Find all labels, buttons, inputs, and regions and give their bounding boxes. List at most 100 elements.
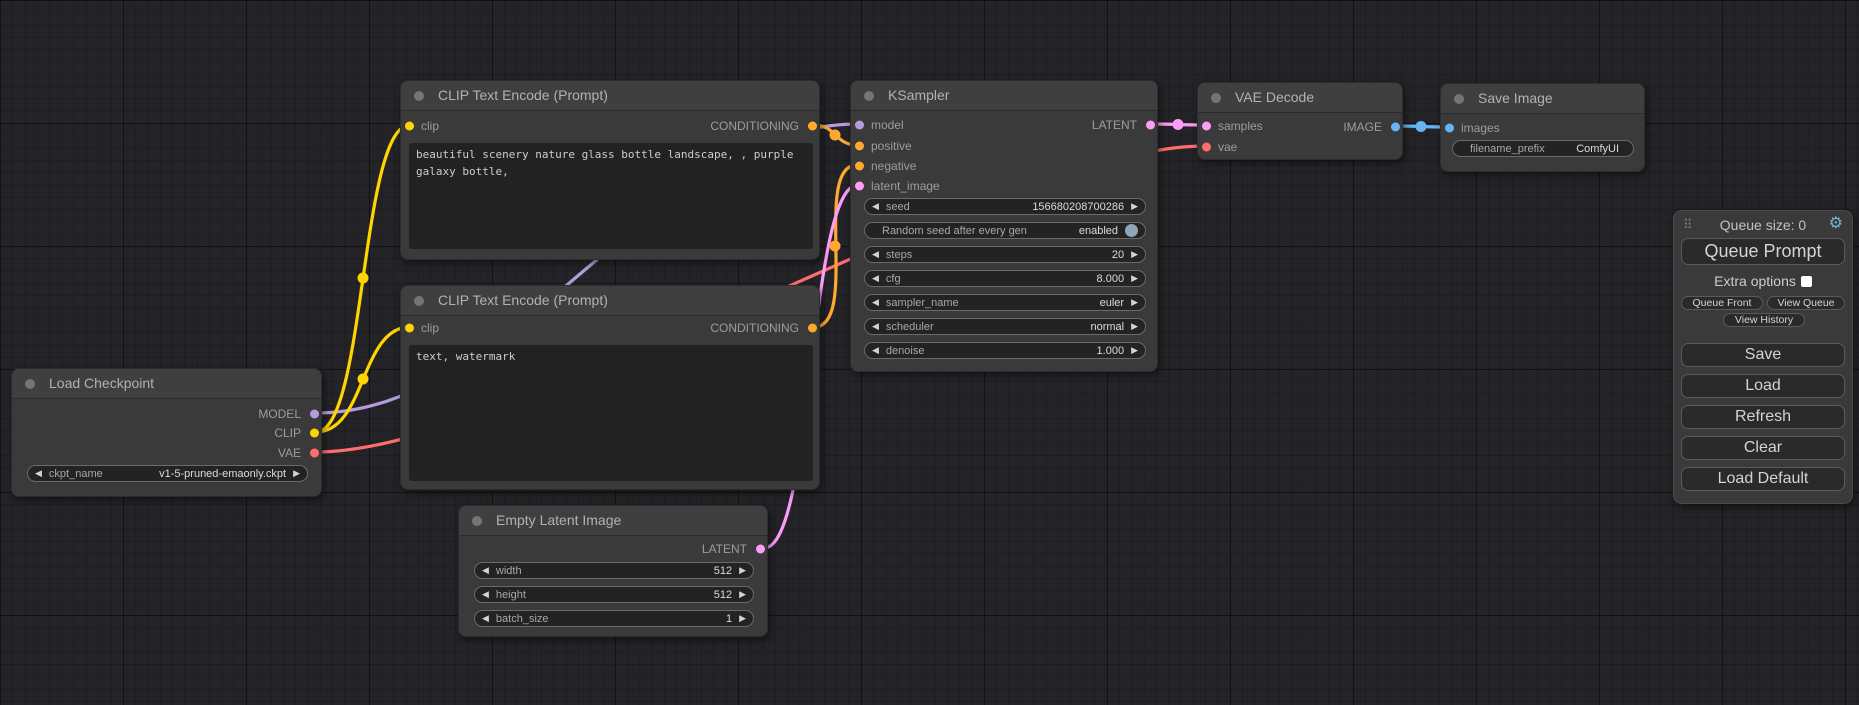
save-button[interactable]: Save <box>1681 343 1845 367</box>
node-title: Save Image <box>1478 90 1553 106</box>
input-port-negative[interactable] <box>855 162 864 171</box>
node-status-dot <box>864 91 874 101</box>
node-clip-text-encode-negative[interactable]: CLIP Text Encode (Prompt) clip CONDITION… <box>400 285 820 490</box>
node-graph-canvas[interactable]: Load Checkpoint MODEL CLIP VAE ◀ ckpt_na… <box>0 0 1859 705</box>
steps-widget[interactable]: ◀ steps 20 ▶ <box>864 246 1146 263</box>
prompt-text-area[interactable]: text, watermark <box>409 345 813 481</box>
decrement-arrow-icon[interactable]: ◀ <box>482 566 489 575</box>
node-title: Empty Latent Image <box>496 512 621 528</box>
random-seed-toggle-widget[interactable]: Random seed after every gen enabled <box>864 222 1146 239</box>
link-midpoint-dot <box>358 273 369 284</box>
node-title: CLIP Text Encode (Prompt) <box>438 87 608 103</box>
output-port-conditioning[interactable] <box>808 324 817 333</box>
node-clip-text-encode-positive[interactable]: CLIP Text Encode (Prompt) clip CONDITION… <box>400 80 820 260</box>
decrement-arrow-icon[interactable]: ◀ <box>482 614 489 623</box>
node-title: VAE Decode <box>1235 89 1314 105</box>
denoise-widget[interactable]: ◀ denoise 1.000 ▶ <box>864 342 1146 359</box>
input-port-positive[interactable] <box>855 142 864 151</box>
extra-options-row: Extra options <box>1674 273 1852 291</box>
settings-gear-icon[interactable]: ⚙ <box>1829 216 1843 232</box>
widget-label: ckpt_name <box>49 468 103 480</box>
output-row-conditioning: CONDITIONING <box>401 319 819 337</box>
input-port-images[interactable] <box>1445 124 1454 133</box>
node-title-bar[interactable]: VAE Decode <box>1198 83 1402 113</box>
node-title-bar[interactable]: CLIP Text Encode (Prompt) <box>401 286 819 316</box>
filename-prefix-widget[interactable]: filename_prefix ComfyUI <box>1452 140 1634 157</box>
main-menu-panel: ⠿ Queue size: 0 ⚙ Queue Prompt Extra opt… <box>1673 210 1853 504</box>
increment-arrow-icon[interactable]: ▶ <box>739 566 746 575</box>
output-row-image: IMAGE <box>1198 118 1402 136</box>
batch-size-widget[interactable]: ◀ batch_size 1 ▶ <box>474 610 754 627</box>
input-port-vae[interactable] <box>1202 143 1211 152</box>
toggle-dot[interactable] <box>1125 224 1138 237</box>
ckpt-name-widget[interactable]: ◀ ckpt_name v1-5-pruned-emaonly.ckpt ▶ <box>27 465 308 482</box>
decrement-arrow-icon[interactable]: ◀ <box>872 298 879 307</box>
cfg-widget[interactable]: ◀ cfg 8.000 ▶ <box>864 270 1146 287</box>
output-port-conditioning[interactable] <box>808 122 817 131</box>
increment-arrow-icon[interactable]: ▶ <box>293 469 300 478</box>
increment-arrow-icon[interactable]: ▶ <box>1131 202 1138 211</box>
increment-arrow-icon[interactable]: ▶ <box>1131 274 1138 283</box>
decrement-arrow-icon[interactable]: ◀ <box>482 590 489 599</box>
output-port-image[interactable] <box>1391 123 1400 132</box>
decrement-arrow-icon[interactable]: ◀ <box>872 274 879 283</box>
node-status-dot <box>1211 93 1221 103</box>
output-port-model[interactable] <box>310 410 319 419</box>
clear-button[interactable]: Clear <box>1681 436 1845 460</box>
node-title-bar[interactable]: CLIP Text Encode (Prompt) <box>401 81 819 111</box>
queue-size-label: Queue size: 0 <box>1674 217 1852 237</box>
node-title-bar[interactable]: Empty Latent Image <box>459 506 767 536</box>
node-status-dot <box>25 379 35 389</box>
load-button[interactable]: Load <box>1681 374 1845 398</box>
port-row: negative <box>851 157 1157 175</box>
increment-arrow-icon[interactable]: ▶ <box>1131 250 1138 259</box>
node-status-dot <box>1454 94 1464 104</box>
node-title-bar[interactable]: Save Image <box>1441 84 1644 114</box>
node-title: KSampler <box>888 87 949 103</box>
increment-arrow-icon[interactable]: ▶ <box>739 614 746 623</box>
widget-value: v1-5-pruned-emaonly.ckpt <box>103 468 286 480</box>
output-row-vae: VAE <box>12 444 321 462</box>
node-save-image[interactable]: Save Image images filename_prefix ComfyU… <box>1440 83 1645 172</box>
output-port-clip[interactable] <box>310 429 319 438</box>
scheduler-widget[interactable]: ◀ scheduler normal ▶ <box>864 318 1146 335</box>
decrement-arrow-icon[interactable]: ◀ <box>35 469 42 478</box>
node-ksampler[interactable]: KSampler model LATENT positive negative … <box>850 80 1158 372</box>
link-midpoint-dot <box>358 374 369 385</box>
prompt-text-area[interactable]: beautiful scenery nature glass bottle la… <box>409 143 813 249</box>
decrement-arrow-icon[interactable]: ◀ <box>872 322 879 331</box>
height-widget[interactable]: ◀ height 512 ▶ <box>474 586 754 603</box>
node-vae-decode[interactable]: VAE Decode samples IMAGE vae <box>1197 82 1403 160</box>
node-title: Load Checkpoint <box>49 375 154 391</box>
queue-prompt-button[interactable]: Queue Prompt <box>1681 238 1845 265</box>
view-queue-button[interactable]: View Queue <box>1767 296 1845 310</box>
port-row: images <box>1441 119 1644 137</box>
load-default-button[interactable]: Load Default <box>1681 467 1845 491</box>
decrement-arrow-icon[interactable]: ◀ <box>872 202 879 211</box>
increment-arrow-icon[interactable]: ▶ <box>1131 322 1138 331</box>
node-title-bar[interactable]: KSampler <box>851 81 1157 111</box>
port-row: vae <box>1198 138 1402 156</box>
extra-options-label: Extra options <box>1714 273 1796 289</box>
output-port-latent[interactable] <box>1146 121 1155 130</box>
increment-arrow-icon[interactable]: ▶ <box>1131 346 1138 355</box>
input-port-latent-image[interactable] <box>855 182 864 191</box>
output-port-latent[interactable] <box>756 545 765 554</box>
output-row-model: MODEL <box>12 405 321 423</box>
output-port-vae[interactable] <box>310 449 319 458</box>
output-row-clip: CLIP <box>12 424 321 442</box>
increment-arrow-icon[interactable]: ▶ <box>1131 298 1138 307</box>
increment-arrow-icon[interactable]: ▶ <box>739 590 746 599</box>
node-empty-latent-image[interactable]: Empty Latent Image LATENT ◀ width 512 ▶ … <box>458 505 768 637</box>
sampler-name-widget[interactable]: ◀ sampler_name euler ▶ <box>864 294 1146 311</box>
decrement-arrow-icon[interactable]: ◀ <box>872 250 879 259</box>
queue-front-button[interactable]: Queue Front <box>1681 296 1763 310</box>
decrement-arrow-icon[interactable]: ◀ <box>872 346 879 355</box>
node-load-checkpoint[interactable]: Load Checkpoint MODEL CLIP VAE ◀ ckpt_na… <box>11 368 322 497</box>
view-history-button[interactable]: View History <box>1723 313 1805 327</box>
refresh-button[interactable]: Refresh <box>1681 405 1845 429</box>
node-title-bar[interactable]: Load Checkpoint <box>12 369 321 399</box>
extra-options-checkbox[interactable] <box>1801 276 1812 287</box>
width-widget[interactable]: ◀ width 512 ▶ <box>474 562 754 579</box>
seed-widget[interactable]: ◀ seed 156680208700286 ▶ <box>864 198 1146 215</box>
